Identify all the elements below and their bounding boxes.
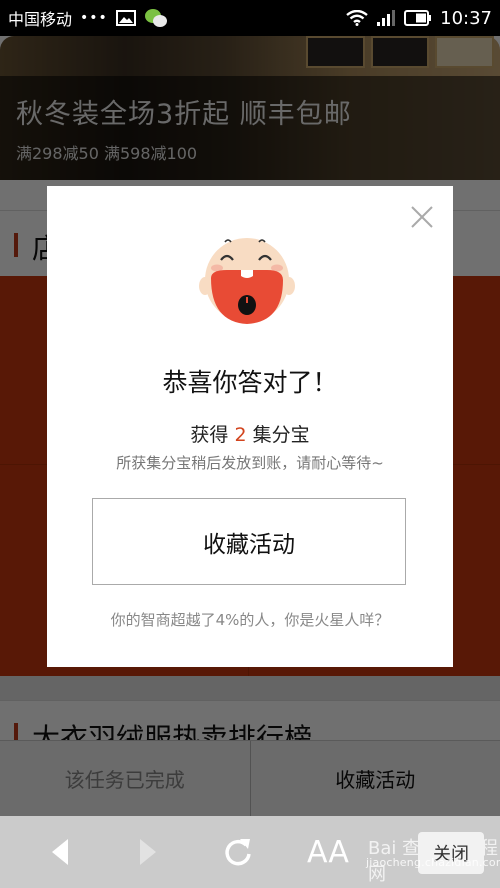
- forward-button[interactable]: [128, 816, 168, 888]
- status-bar: 中国移动 ••• 10:37: [0, 0, 500, 36]
- reward-amount: 2: [234, 424, 247, 446]
- back-arrow-icon: [52, 839, 68, 865]
- font-size-icon: AA: [307, 834, 349, 870]
- clock: 10:37: [440, 7, 492, 29]
- wifi-icon: [346, 10, 368, 26]
- laughing-baby-icon: [199, 238, 295, 324]
- carrier-name: 中国移动: [8, 10, 73, 29]
- forward-arrow-icon: [140, 839, 156, 865]
- browser-toolbar: AA Bai 查字典 教程网 关闭 jiaocheng.chazidian.co…: [0, 816, 500, 888]
- font-size-button[interactable]: AA: [304, 816, 352, 888]
- image-icon: [115, 10, 136, 26]
- battery-icon: [404, 10, 432, 26]
- back-button[interactable]: [40, 816, 80, 888]
- refresh-icon: [225, 839, 251, 866]
- close-icon[interactable]: [409, 204, 435, 230]
- reward-prefix: 获得: [190, 424, 229, 446]
- signal-icon: [377, 10, 396, 26]
- refresh-button[interactable]: [218, 816, 258, 888]
- more-notifications-icon: •••: [80, 10, 108, 26]
- success-dialog: 恭喜你答对了！ 获得 2 集分宝 所获集分宝稍后发放到账，请耐心等待~ 收藏活动…: [47, 186, 453, 667]
- favorite-activity-dialog-button[interactable]: 收藏活动: [92, 498, 406, 585]
- wechat-icon: [144, 9, 167, 27]
- reward-suffix: 集分宝: [252, 424, 310, 446]
- payout-notice: 所获集分宝稍后发放到账，请耐心等待~: [116, 454, 384, 472]
- watermark-url: jiaocheng.chazidian.com: [366, 856, 500, 869]
- dialog-title: 恭喜你答对了！: [162, 368, 338, 397]
- reward-text: 获得 2 集分宝: [47, 420, 453, 447]
- iq-message: 你的智商超越了4%的人，你是火星人咩？: [110, 611, 390, 629]
